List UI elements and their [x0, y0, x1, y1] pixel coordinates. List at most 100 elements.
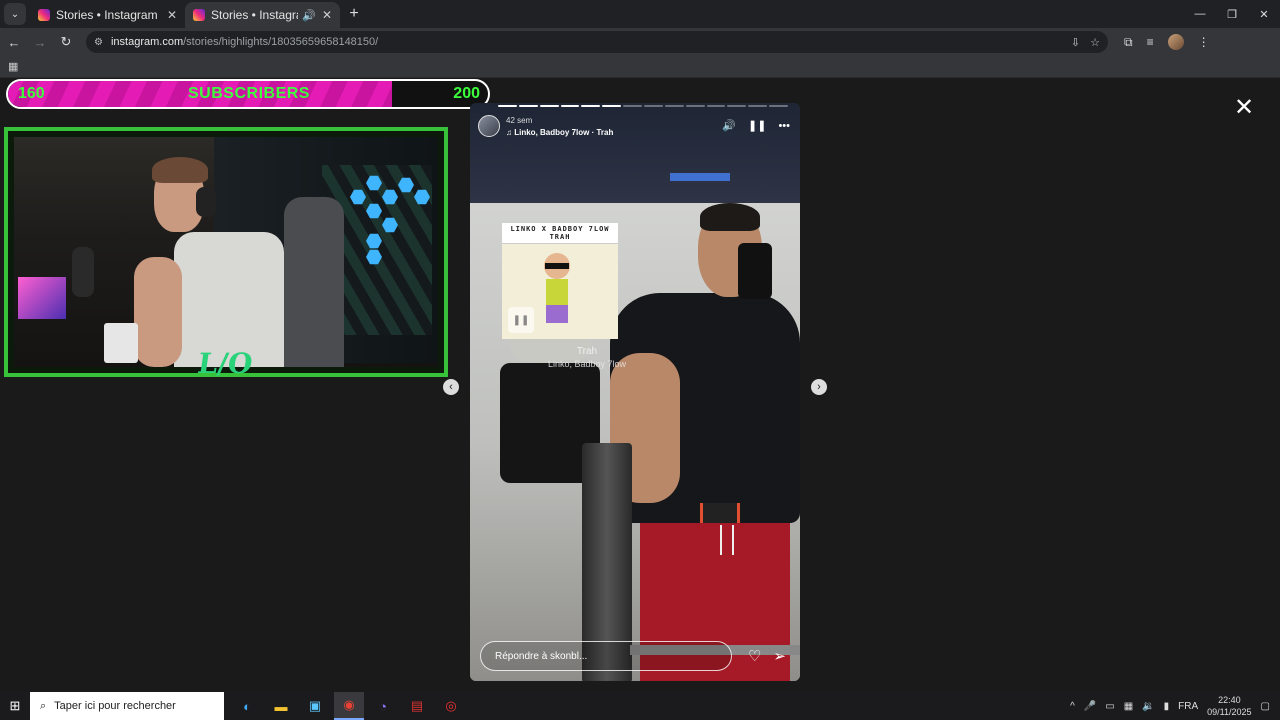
story-progress-segment [727, 105, 747, 107]
story-person [610, 203, 800, 681]
new-tab-button[interactable]: + [342, 2, 366, 26]
headset-icon [196, 187, 216, 217]
url-host: instagram.com [110, 36, 184, 48]
url-path: /stories/highlights/18035659658148150/ [183, 36, 379, 48]
sticker-pause-icon[interactable]: ❚❚ [508, 307, 534, 333]
tab-search-button[interactable]: ⌄ [4, 3, 26, 25]
instagram-favicon-icon [38, 9, 50, 21]
minimize-icon[interactable]: — [1184, 0, 1216, 28]
close-tab-icon[interactable]: ✕ [167, 8, 177, 22]
search-icon: ⌕ [40, 699, 47, 712]
bookmark-star-icon[interactable]: ☆ [1090, 36, 1100, 49]
next-story-button[interactable]: › [811, 379, 827, 395]
story-time: 42 sem [506, 116, 533, 125]
story-progress-segment [706, 105, 726, 107]
network-icon[interactable]: ▦ [1124, 701, 1133, 712]
speaker-icon[interactable]: 🔉 [1142, 701, 1154, 712]
story-progress-segment [560, 105, 580, 107]
subscriber-goal: 200 [453, 85, 480, 102]
story-progress-segment [539, 105, 559, 107]
menu-kebab-icon[interactable]: ⋮ [1198, 35, 1210, 49]
story-progress [498, 105, 789, 107]
music-sticker[interactable]: LINKO X BADBOY 7LOW TRAH ❚❚ [502, 223, 618, 339]
edge-icon[interactable]: ◐ [232, 692, 262, 720]
close-story-button[interactable]: ✕ [1234, 93, 1254, 122]
story-progress-segment [498, 105, 517, 107]
system-tray: ^ 🎤 ▭ ▦ 🔉 ▮ FRA 22:40 09/11/2025 ▢ [1070, 694, 1280, 718]
reload-icon[interactable]: ↻ [54, 30, 78, 54]
apps-grid-icon[interactable]: ▦ [8, 60, 18, 73]
story-progress-segment [518, 105, 538, 107]
clock-date: 09/11/2025 [1207, 707, 1252, 717]
close-tab-icon[interactable]: ✕ [322, 8, 332, 22]
story-viewer[interactable]: 42 sem ♫ Linko, Badboy 7low · Trah 🔊 ❚❚ … [470, 103, 800, 681]
taskbar-search-placeholder: Taper ici pour rechercher [54, 700, 176, 712]
discord-icon[interactable]: ◔ [368, 692, 398, 720]
media-control-icon[interactable]: ≡ [1147, 35, 1154, 49]
tab-instagram-2[interactable]: Stories • Instagram 🔊 ✕ [185, 2, 340, 28]
extensions-icon[interactable]: ⧉ [1124, 35, 1133, 50]
story-progress-segment [748, 105, 768, 107]
window-controls: — ❐ ✕ [1184, 0, 1280, 28]
tab-instagram-1[interactable]: Stories • Instagram ✕ [30, 2, 185, 28]
story-progress-segment [769, 105, 789, 107]
restore-icon[interactable]: ❐ [1216, 0, 1248, 28]
story-music[interactable]: Linko, Badboy 7low · Trah [514, 128, 613, 137]
windows-start-icon[interactable]: ⊞ [0, 692, 30, 720]
subscriber-goal-bar: 160 SUBSCRIBERS 200 [6, 79, 490, 109]
taskbar-clock[interactable]: 22:40 09/11/2025 [1207, 694, 1251, 718]
clock-time: 22:40 [1218, 695, 1241, 705]
story-header: 42 sem ♫ Linko, Badboy 7low · Trah 🔊 ❚❚ … [478, 115, 790, 141]
profile-avatar[interactable] [1167, 34, 1184, 50]
close-window-icon[interactable]: ✕ [1248, 0, 1280, 28]
previous-story-button[interactable]: ‹ [443, 379, 459, 395]
back-icon[interactable]: ← [2, 30, 26, 54]
windows-taskbar: ⊞ ⌕ Taper ici pour rechercher ◐ ▬ ▣ ◉ ◔ … [0, 692, 1280, 720]
more-options-icon[interactable]: ••• [778, 120, 790, 132]
address-bar[interactable]: ⚙ instagram.com /stories/highlights/1803… [86, 31, 1108, 53]
tray-device-icon[interactable]: ▭ [1105, 701, 1114, 712]
send-icon[interactable]: ➢ [773, 647, 786, 665]
tab-title: Stories • Instagram [56, 8, 158, 22]
page-content: 160 SUBSCRIBERS 200 L/O ‹ › ✕ 42 sem ♫ L… [0, 79, 1280, 692]
subscriber-label: SUBSCRIBERS [188, 85, 310, 102]
story-avatar[interactable] [478, 115, 500, 137]
story-progress-segment [623, 105, 643, 107]
story-progress-segment [685, 105, 705, 107]
mic-icon[interactable]: 🎤 [1084, 701, 1096, 712]
obs-icon[interactable]: ◎ [436, 692, 466, 720]
notifications-icon[interactable]: ▢ [1261, 701, 1270, 712]
webcam-feed [14, 137, 438, 367]
pause-icon[interactable]: ❚❚ [748, 119, 766, 132]
sticker-caption: Trah Linko, Badboy 7low [548, 346, 626, 370]
volume-icon[interactable]: 🔊 [722, 119, 736, 132]
instagram-favicon-icon [193, 9, 205, 21]
audio-playing-icon[interactable]: 🔊 [302, 9, 316, 22]
store-icon[interactable]: ▣ [300, 692, 330, 720]
streamer [134, 157, 284, 367]
story-progress-segment [664, 105, 684, 107]
webcam-frame [4, 127, 448, 377]
heart-icon[interactable]: ♡ [748, 647, 761, 665]
battery-icon[interactable]: ▮ [1164, 701, 1170, 712]
subscriber-current: 160 [18, 85, 45, 102]
forward-icon[interactable]: → [28, 30, 52, 54]
browser-tab-bar: ⌄ Stories • Instagram ✕ Stories • Instag… [0, 0, 1280, 28]
file-explorer-icon[interactable]: ▬ [266, 692, 296, 720]
reply-placeholder: Répondre à skonbl... [495, 650, 588, 662]
tray-chevron-icon[interactable]: ^ [1070, 701, 1075, 712]
reply-input[interactable]: Répondre à skonbl... [480, 641, 732, 671]
input-language[interactable]: FRA [1178, 701, 1198, 712]
bookmarks-bar: ▦ [0, 56, 1280, 78]
voicemeeter-icon[interactable]: ▤ [402, 692, 432, 720]
streamer-logo: L/O [195, 347, 255, 380]
phone [738, 243, 772, 299]
monitor-screen [18, 277, 66, 319]
story-progress-segment [602, 105, 622, 107]
music-icon: ♫ [506, 128, 515, 137]
site-info-icon[interactable]: ⚙ [94, 37, 103, 48]
sticker-title: LINKO X BADBOY 7LOW TRAH [502, 223, 618, 244]
install-app-icon[interactable]: ⇩ [1071, 36, 1080, 49]
chrome-icon[interactable]: ◉ [334, 692, 364, 720]
taskbar-search[interactable]: ⌕ Taper ici pour rechercher [30, 692, 224, 720]
